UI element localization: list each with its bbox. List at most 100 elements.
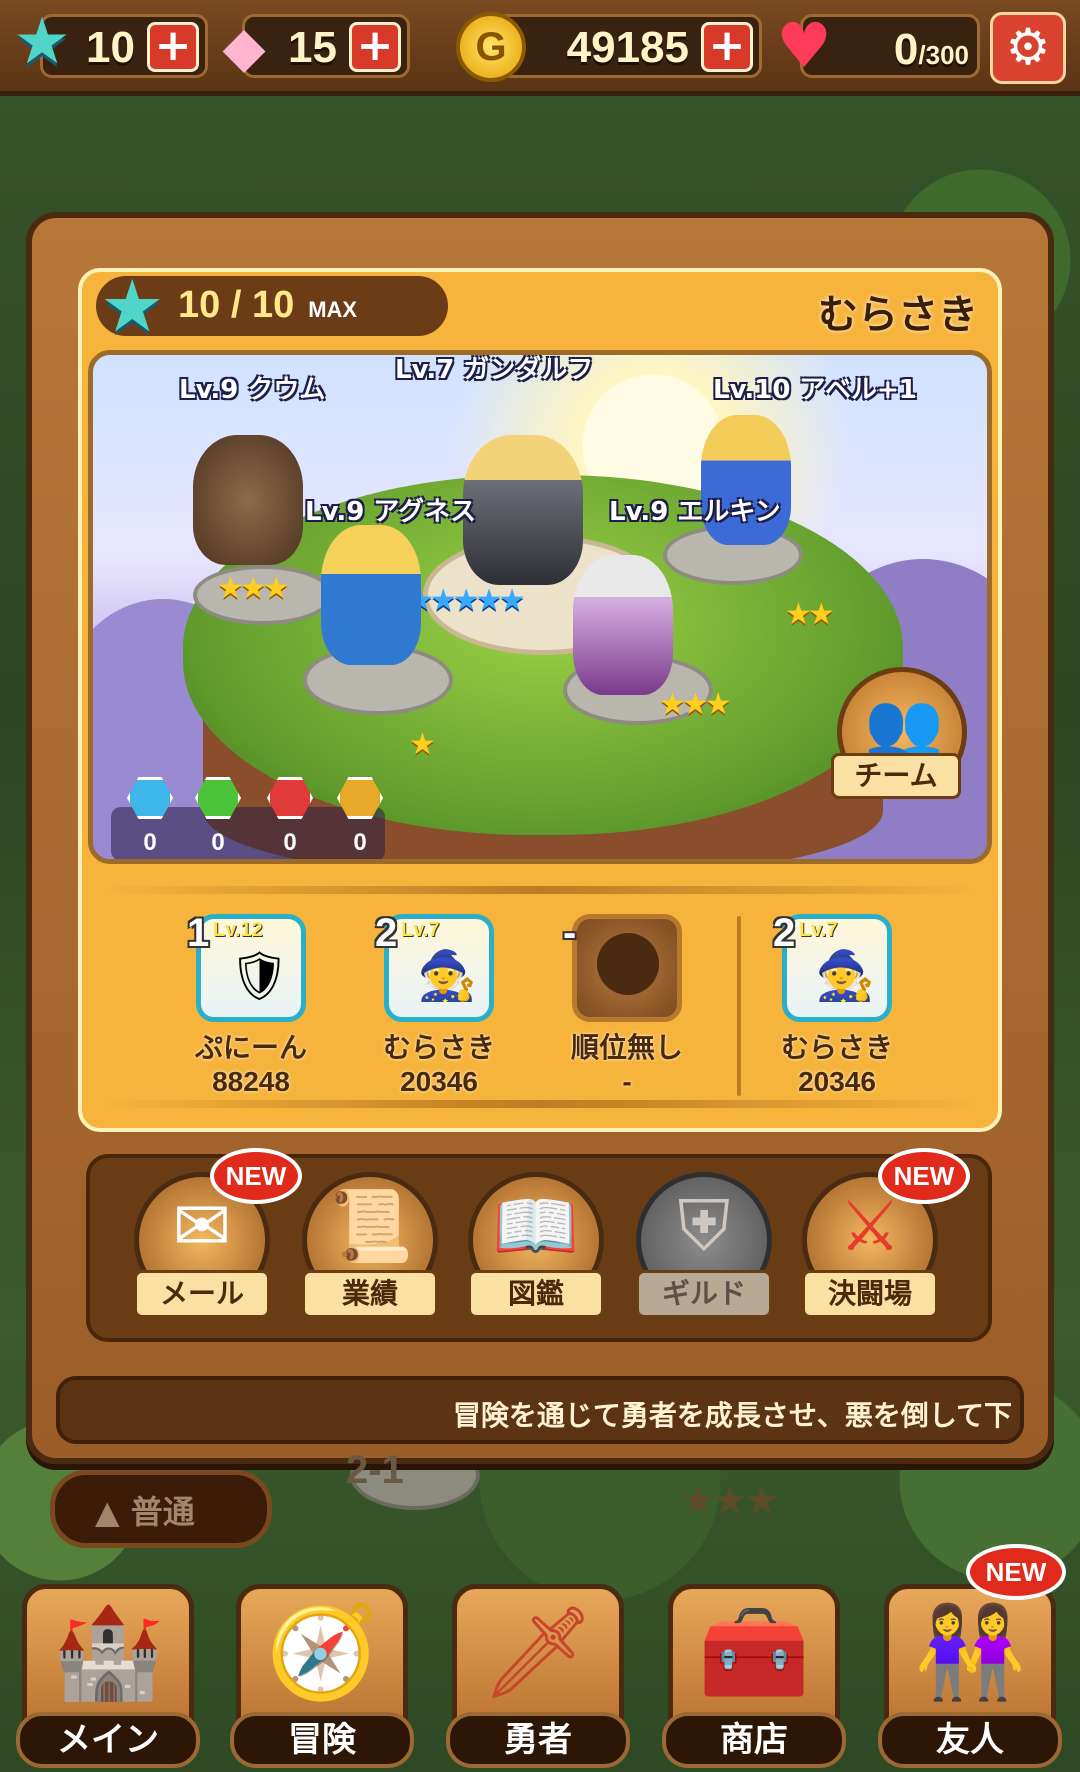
team-star-max: MAX bbox=[308, 297, 358, 322]
add-gems-button[interactable]: + bbox=[349, 22, 401, 72]
news-ticker: 冒険を通じて勇者を成長させ、悪を倒して下 bbox=[56, 1376, 1024, 1444]
team-formation-scene[interactable]: Lv.9 クウム ★★★ Lv.7 ガンダルフ ★★★★★ Lv.10 アベル+… bbox=[88, 350, 992, 864]
book-icon: 📖 bbox=[492, 1185, 580, 1267]
star-icon: ★ bbox=[100, 264, 165, 348]
add-stars-button[interactable]: + bbox=[147, 22, 199, 72]
hero-label-elkin: Lv.9 エルキン bbox=[609, 497, 781, 527]
new-badge: NEW bbox=[966, 1544, 1066, 1600]
nav-main-label: メイン bbox=[16, 1712, 200, 1768]
stage-label: 2-1 bbox=[346, 1448, 404, 1492]
shield-icon: ⛨ bbox=[677, 1185, 731, 1267]
player-name: むらさき bbox=[780, 1031, 893, 1064]
player-avatar: 1 Lv.12 🛡 bbox=[187, 911, 306, 1022]
player-score: 20346 bbox=[400, 1066, 478, 1097]
hearts-max: /300 bbox=[918, 40, 969, 70]
yellow-gem-count: 0 bbox=[353, 829, 367, 856]
hero-stars-abel: ★★ bbox=[785, 597, 835, 632]
hero-sprite-kuumu[interactable] bbox=[193, 435, 303, 565]
scroll-icon: 📜 bbox=[326, 1185, 414, 1267]
arena-label: 決闘場 bbox=[802, 1270, 938, 1318]
nav-friends[interactable]: 👭 友人 bbox=[878, 1584, 1062, 1772]
ticker-text: 冒険を通じて勇者を成長させ、悪を倒して下 bbox=[452, 1399, 1012, 1432]
knight-icon: 🛡 bbox=[229, 948, 290, 1004]
hero-stars-agnes: ★ bbox=[409, 727, 436, 762]
achievements-label: 業績 bbox=[302, 1270, 438, 1318]
ranking-entry-self[interactable]: 2 Lv.7 🧙 むらさき 20346 bbox=[752, 911, 922, 1098]
player-score: - bbox=[622, 1066, 632, 1097]
rank-level: Lv.12 bbox=[213, 919, 263, 941]
divider bbox=[737, 916, 741, 1096]
green-gem-count: 0 bbox=[211, 829, 225, 856]
heart-icon: ♥ bbox=[776, 9, 832, 82]
player-name: むらさき bbox=[382, 1031, 495, 1064]
gems-value: 15 bbox=[288, 23, 337, 72]
castle-icon: 🏰 bbox=[51, 1600, 165, 1705]
nav-main[interactable]: 🏰 メイン bbox=[16, 1584, 200, 1772]
guild-label: ギルド bbox=[636, 1270, 772, 1318]
divider bbox=[100, 886, 980, 894]
blue-gem-count: 0 bbox=[143, 829, 157, 856]
red-gem-count: 0 bbox=[283, 829, 297, 856]
gold-coin-icon: G bbox=[456, 12, 526, 82]
sword-icon: 🗡 bbox=[480, 1600, 596, 1705]
stage-stars: ★★★ bbox=[680, 1478, 780, 1524]
settings-button[interactable]: ⚙ bbox=[990, 12, 1066, 84]
hero-stars-gandalf: ★★★★★ bbox=[407, 583, 526, 618]
silhouette-icon bbox=[597, 933, 659, 995]
hero-sprite-elkin[interactable] bbox=[573, 555, 673, 695]
hero-stars-elkin: ★★★ bbox=[659, 687, 732, 722]
team-button-label[interactable]: チーム bbox=[831, 753, 961, 799]
difficulty-label: ▲ 普通 bbox=[95, 1493, 195, 1531]
encyclopedia-button[interactable]: 📖 図鑑 bbox=[468, 1172, 604, 1320]
ranking-entry-1[interactable]: 1 Lv.12 🛡 ぷにーん 88248 bbox=[166, 911, 336, 1098]
player-score: 88248 bbox=[212, 1066, 290, 1097]
nav-heroes[interactable]: 🗡 勇者 bbox=[446, 1584, 630, 1772]
player-score: 20346 bbox=[798, 1066, 876, 1097]
achievements-button[interactable]: 📜 業績 bbox=[302, 1172, 438, 1320]
new-badge: NEW bbox=[878, 1148, 970, 1204]
player-name: 順位無し bbox=[570, 1031, 683, 1064]
ranking-entry-2[interactable]: 2 Lv.7 🧙 むらさき 20346 bbox=[354, 911, 524, 1098]
rank-level: Lv.7 bbox=[401, 919, 440, 941]
nav-shop[interactable]: 🧰 商店 bbox=[662, 1584, 846, 1772]
diamond-icon: ◆ bbox=[222, 15, 266, 80]
hero-sprite-gandalf[interactable] bbox=[463, 435, 583, 585]
mage-icon: 🧙 bbox=[815, 948, 875, 1004]
stars-value: 10 bbox=[86, 23, 135, 72]
friends-icon: 👭 bbox=[913, 1600, 1027, 1705]
team-name: むらさき bbox=[818, 292, 978, 338]
map-icon: 🧭 bbox=[265, 1600, 379, 1705]
nav-shop-label: 商店 bbox=[662, 1712, 846, 1768]
team-star-bar: ★ 10 / 10 MAX bbox=[96, 264, 448, 348]
nav-friends-label: 友人 bbox=[878, 1712, 1062, 1768]
rank-number: 2 bbox=[773, 911, 796, 955]
rank-number: 2 bbox=[375, 911, 398, 955]
team-star-count: 10 / 10 bbox=[178, 284, 295, 326]
hero-stars-kuumu: ★★★ bbox=[217, 571, 290, 606]
nav-adventure[interactable]: 🧭 冒険 bbox=[230, 1584, 414, 1772]
mail-label: メール bbox=[134, 1270, 270, 1318]
nav-heroes-label: 勇者 bbox=[446, 1712, 630, 1768]
hero-label-agnes: Lv.9 アグネス bbox=[305, 497, 477, 527]
ranking-entry-3[interactable]: - 順位無し - bbox=[542, 911, 712, 1098]
nav-adventure-label: 冒険 bbox=[230, 1712, 414, 1768]
add-gold-button[interactable]: + bbox=[701, 22, 753, 72]
mage-icon: 🧙 bbox=[417, 948, 477, 1004]
rank-level: Lv.7 bbox=[799, 919, 838, 941]
gold-value: 49185 bbox=[566, 23, 689, 72]
encyclopedia-label: 図鑑 bbox=[468, 1270, 604, 1318]
difficulty-toggle[interactable]: ▲ 普通 bbox=[50, 1470, 272, 1548]
divider bbox=[100, 1100, 980, 1108]
chest-icon: 🧰 bbox=[697, 1600, 811, 1705]
hero-label-abel: Lv.10 アベル+1 bbox=[713, 375, 917, 405]
gold-counter: 49185 + bbox=[490, 14, 762, 78]
guild-button[interactable]: ⛨ ギルド bbox=[636, 1172, 772, 1320]
gear-icon: ⚙ bbox=[1005, 18, 1051, 76]
hero-sprite-agnes[interactable] bbox=[321, 525, 421, 665]
party-icon: 👥 bbox=[864, 689, 944, 763]
player-name: ぷにーん bbox=[194, 1031, 307, 1064]
hearts-value: 0 bbox=[893, 25, 919, 74]
rank-number: 1 bbox=[187, 911, 210, 955]
player-avatar: 2 Lv.7 🧙 bbox=[375, 911, 494, 1022]
gem-inventory: 0 0 0 0 bbox=[111, 777, 385, 859]
